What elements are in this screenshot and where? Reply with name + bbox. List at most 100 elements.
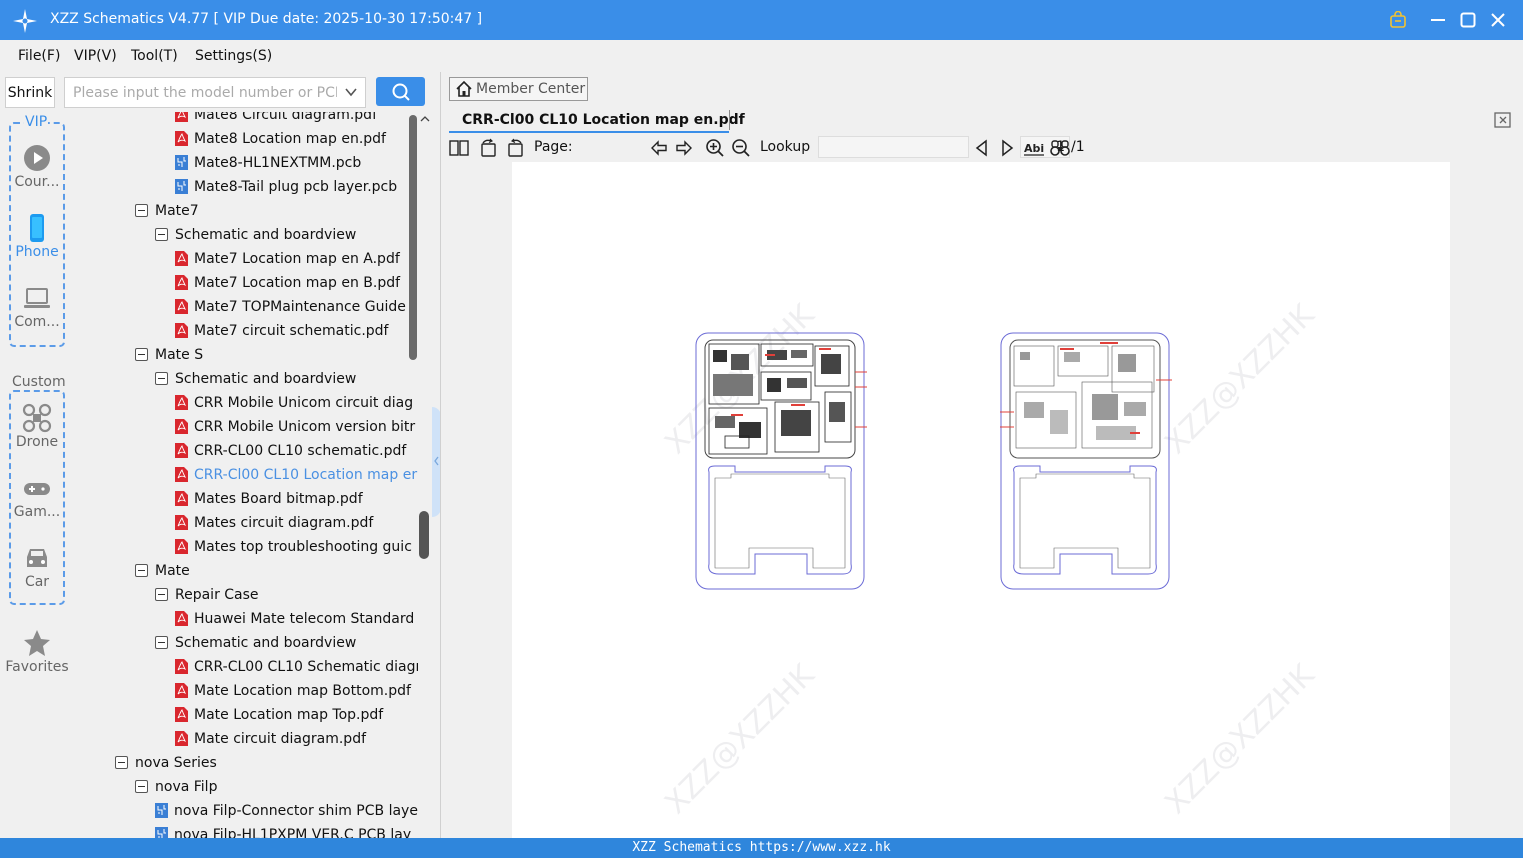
tree-folder[interactable]: Mate7 bbox=[135, 199, 199, 223]
collapse-toggle-icon[interactable] bbox=[135, 204, 148, 217]
binoculars-icon[interactable] bbox=[1050, 138, 1070, 158]
tree-file[interactable]: Mate8-Tail plug pcb layer.pcb bbox=[175, 175, 397, 199]
shrink-button[interactable]: Shrink bbox=[5, 77, 55, 108]
tree-scrollbar[interactable] bbox=[418, 112, 432, 838]
collapse-toggle-icon[interactable] bbox=[155, 228, 168, 241]
pdf-page[interactable]: XZZ@XZZHK XZZ@XZZHK XZZ@XZZHK XZZ@XZZHK bbox=[512, 162, 1450, 842]
vip-group-label: VIP bbox=[24, 114, 49, 130]
tree-file[interactable]: Mates top troubleshooting guic bbox=[175, 535, 412, 559]
search-button[interactable] bbox=[376, 77, 425, 106]
chevron-up-icon[interactable] bbox=[420, 114, 430, 124]
tree-file[interactable]: Mate Location map Top.pdf bbox=[175, 703, 383, 727]
play-icon bbox=[24, 145, 50, 171]
tree-file[interactable]: Mate7 circuit schematic.pdf bbox=[175, 319, 388, 343]
match-case-icon[interactable]: Abi bbox=[1023, 138, 1045, 158]
tree-file[interactable]: Huawei Mate telecom Standard bbox=[175, 607, 414, 631]
tree-folder[interactable]: Mate bbox=[135, 559, 190, 583]
find-next-icon[interactable] bbox=[997, 138, 1017, 158]
chevron-down-icon[interactable] bbox=[343, 84, 359, 100]
tree-file[interactable]: Mate Location map Bottom.pdf bbox=[175, 679, 411, 703]
vip-bag-button[interactable] bbox=[1386, 8, 1410, 32]
maximize-button[interactable] bbox=[1456, 8, 1480, 32]
category-courses[interactable]: Cour... bbox=[0, 143, 74, 190]
tree-file[interactable]: nova Filp-Connector shim PCB laye bbox=[155, 799, 418, 823]
collapse-toggle-icon[interactable] bbox=[135, 348, 148, 361]
rotate-left-icon[interactable] bbox=[479, 138, 499, 158]
category-computer[interactable]: Com... bbox=[0, 283, 74, 330]
menu-vip[interactable]: VIP(V) bbox=[74, 48, 117, 64]
previous-page-icon[interactable] bbox=[649, 138, 669, 158]
tree-file[interactable]: Mate circuit diagram.pdf bbox=[175, 727, 366, 751]
pdf-file-icon bbox=[175, 539, 188, 554]
category-phone[interactable]: Phone bbox=[0, 213, 74, 260]
document-tab[interactable]: CRR-Cl00 CL10 Location map en.pdf bbox=[449, 107, 745, 133]
zoom-in-icon[interactable] bbox=[705, 138, 725, 158]
category-car[interactable]: Car bbox=[0, 543, 74, 590]
menu-settings[interactable]: Settings(S) bbox=[195, 48, 272, 64]
tree-folder[interactable]: nova Series bbox=[115, 751, 217, 775]
menu-file[interactable]: File(F) bbox=[18, 48, 60, 64]
board-location-map-top bbox=[695, 332, 867, 590]
tree-scroll-thumb[interactable] bbox=[419, 511, 429, 559]
tree-folder[interactable]: Schematic and boardview bbox=[155, 631, 356, 655]
close-button[interactable] bbox=[1486, 8, 1510, 32]
tree-item-label: Mate7 Location map en A.pdf bbox=[194, 251, 400, 267]
category-drone[interactable]: Drone bbox=[0, 403, 74, 450]
tree-folder[interactable]: nova Filp bbox=[135, 775, 217, 799]
tree-file[interactable]: CRR-Cl00 CL10 Location map er bbox=[175, 463, 417, 487]
collapse-toggle-icon[interactable] bbox=[155, 372, 168, 385]
tree-file[interactable]: CRR Mobile Unicom version bitr bbox=[175, 415, 415, 439]
search-input[interactable] bbox=[65, 78, 337, 107]
tree-folder[interactable]: Schematic and boardview bbox=[155, 367, 356, 391]
tree-file[interactable]: Mate7 TOPMaintenance Guide bbox=[175, 295, 406, 319]
tree-item-label: Huawei Mate telecom Standard bbox=[194, 611, 415, 627]
minimize-icon bbox=[1431, 19, 1445, 21]
tree-file[interactable]: Mate8-HL1NEXTMM.pcb bbox=[175, 151, 361, 175]
next-page-icon[interactable] bbox=[674, 138, 694, 158]
minimize-button[interactable] bbox=[1426, 8, 1450, 32]
tree-folder[interactable]: Repair Case bbox=[155, 583, 259, 607]
collapse-toggle-icon[interactable] bbox=[135, 780, 148, 793]
tree-horizontal-scroll-thumb[interactable] bbox=[409, 115, 417, 360]
tree-file[interactable]: CRR-CL00 CL10 Schematic diagr bbox=[175, 655, 418, 679]
zoom-out-icon[interactable] bbox=[731, 138, 751, 158]
tree-file[interactable]: nova Filp-HL1PXPM VER.C PCB lay bbox=[155, 823, 411, 838]
member-center-button[interactable]: Member Center bbox=[449, 77, 588, 101]
menu-tool[interactable]: Tool(T) bbox=[131, 48, 178, 64]
tree-file[interactable]: CRR Mobile Unicom circuit diag bbox=[175, 391, 413, 415]
pdf-file-icon bbox=[175, 683, 188, 698]
tab-separator bbox=[729, 110, 730, 130]
dual-page-icon[interactable] bbox=[449, 138, 469, 158]
tree-file[interactable]: Mates circuit diagram.pdf bbox=[175, 511, 373, 535]
category-rail: VIP Cour... Phone Com... Custom Drone Ga… bbox=[0, 112, 74, 838]
tree-folder[interactable]: Schematic and boardview bbox=[155, 223, 356, 247]
tree-item-label: Mate8 Circuit diagram.pdf bbox=[194, 112, 377, 123]
collapse-toggle-icon[interactable] bbox=[135, 564, 148, 577]
tree-file[interactable]: Mate8 Circuit diagram.pdf bbox=[175, 112, 377, 127]
tree-folder[interactable]: Mate S bbox=[135, 343, 203, 367]
tree-file[interactable]: Mate7 Location map en A.pdf bbox=[175, 247, 400, 271]
lookup-input[interactable] bbox=[818, 136, 969, 158]
category-game[interactable]: Gam... bbox=[0, 473, 74, 520]
drone-icon bbox=[22, 403, 52, 433]
tree-item-label: nova Filp bbox=[155, 779, 218, 795]
pdf-file-icon bbox=[175, 395, 188, 410]
collapse-toggle-icon[interactable] bbox=[155, 588, 168, 601]
pdf-file-icon bbox=[175, 112, 188, 122]
tree-file[interactable]: Mates Board bitmap.pdf bbox=[175, 487, 363, 511]
tree-file[interactable]: CRR-CL00 CL10 schematic.pdf bbox=[175, 439, 406, 463]
close-tab-icon[interactable] bbox=[1493, 110, 1513, 130]
car-icon bbox=[27, 549, 47, 567]
category-favorites[interactable]: Favorites bbox=[0, 628, 74, 675]
pcb-file-icon bbox=[155, 803, 168, 818]
app-window: XZZ Schematics V4.77 [ VIP Due date: 202… bbox=[0, 0, 1523, 858]
tree-file[interactable]: Mate8 Location map en.pdf bbox=[175, 127, 386, 151]
collapse-toggle-icon[interactable] bbox=[115, 756, 128, 769]
find-previous-icon[interactable] bbox=[972, 138, 992, 158]
rotate-right-icon[interactable] bbox=[505, 138, 525, 158]
tree-file[interactable]: Mate7 Location map en B.pdf bbox=[175, 271, 400, 295]
tree-item-label: Mate7 Location map en B.pdf bbox=[194, 275, 401, 291]
pdf-file-icon bbox=[175, 611, 188, 626]
search-icon bbox=[392, 83, 410, 101]
collapse-toggle-icon[interactable] bbox=[155, 636, 168, 649]
